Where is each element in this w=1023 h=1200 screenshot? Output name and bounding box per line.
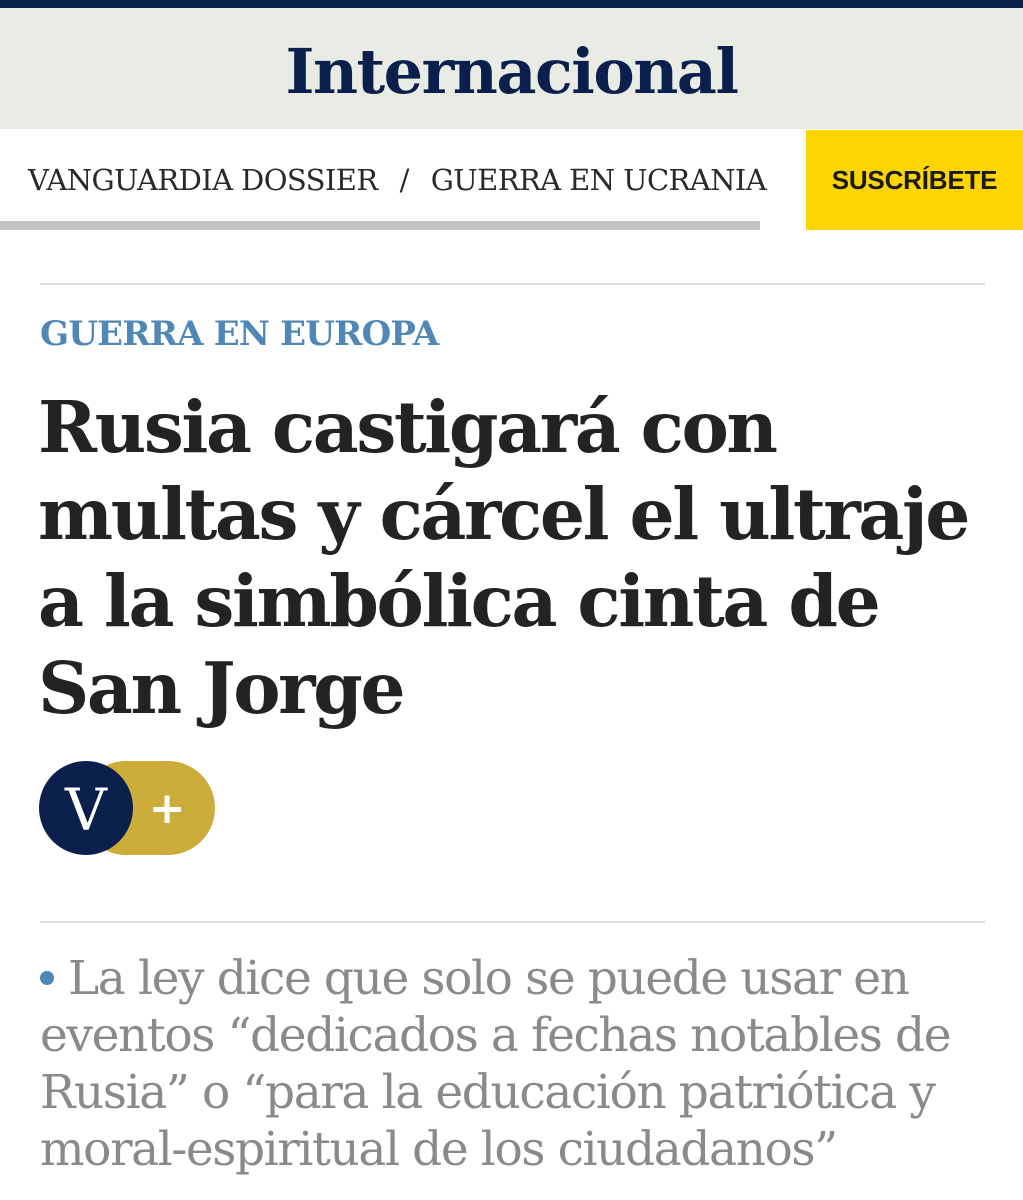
subnav-scrollbar[interactable] (0, 221, 760, 230)
vplus-letter: V (65, 776, 107, 844)
subnav-separator: / (399, 162, 410, 197)
article-headline: Rusia castigará con multas y cárcel el u… (38, 385, 970, 730)
bullet-dot-icon (40, 971, 54, 985)
top-brand-strip (0, 0, 1023, 8)
divider (40, 921, 985, 923)
article-kicker[interactable]: GUERRA EN EUROPA (40, 310, 439, 358)
section-title[interactable]: Internacional (285, 40, 739, 103)
plus-icon: + (148, 782, 186, 834)
divider (40, 283, 985, 285)
vanguardia-logo-icon: V (39, 761, 133, 855)
article-summary: La ley dice que solo se puede usar en ev… (40, 950, 990, 1178)
section-header: Internacional (0, 8, 1023, 129)
subnav-links[interactable]: VANGUARDIA DOSSIER / GUERRA EN UCRANIA (0, 129, 806, 230)
article-summary-text: La ley dice que solo se puede usar en ev… (40, 951, 952, 1177)
subnav-item-vanguardia-dossier[interactable]: VANGUARDIA DOSSIER (28, 163, 378, 197)
subscribe-button[interactable]: SUSCRÍBETE (806, 130, 1023, 230)
subnav-item-guerra-en-ucrania[interactable]: GUERRA EN UCRANIA (431, 163, 767, 197)
vplus-badge[interactable]: + V (39, 761, 215, 855)
